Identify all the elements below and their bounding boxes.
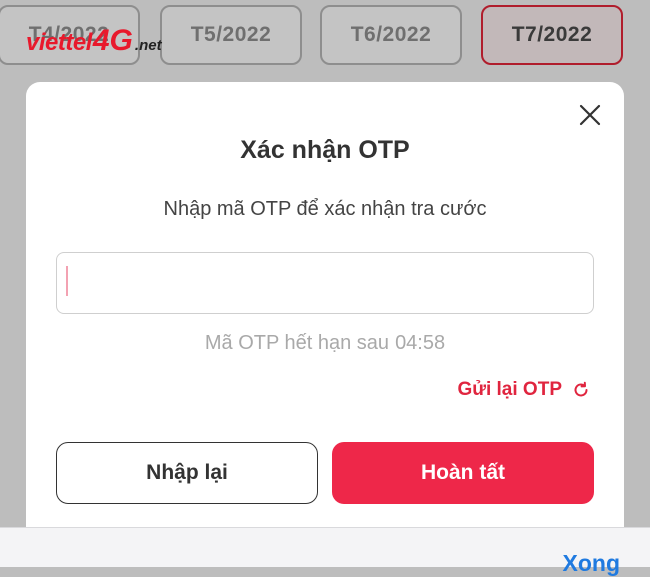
month-tab-t6[interactable]: T6/2022 xyxy=(320,5,462,65)
refresh-icon xyxy=(574,381,588,397)
complete-button[interactable]: Hoàn tất xyxy=(332,442,594,504)
dialog-title: Xác nhận OTP xyxy=(240,136,410,164)
text-cursor xyxy=(66,266,68,296)
dialog-subtitle: Nhập mã OTP để xác nhận tra cước xyxy=(163,198,487,220)
keyboard-done-button[interactable]: Xong xyxy=(563,550,621,577)
month-tab-label: T5/2022 xyxy=(190,23,272,46)
otp-expiry-text: Mã OTP hết hạn sau 04:58 xyxy=(26,332,624,355)
resend-otp-link[interactable]: Gửi lại OTP xyxy=(457,379,590,401)
otp-dialog: Xác nhận OTP Nhập mã OTP để xác nhận tra… xyxy=(26,82,624,542)
otp-input[interactable] xyxy=(56,252,594,314)
expiry-timer: 04:58 xyxy=(395,332,446,354)
viettel-4g-logo: viettel 4G .net xyxy=(26,24,162,57)
expiry-label: Mã OTP hết hạn sau xyxy=(204,332,390,354)
month-tab-t5[interactable]: T5/2022 xyxy=(160,5,302,65)
complete-button-label: Hoàn tất xyxy=(421,461,505,484)
month-tab-t7[interactable]: T7/2022 xyxy=(481,5,623,65)
close-icon xyxy=(579,104,601,126)
keyboard-toolbar: Xong xyxy=(0,527,650,576)
month-tab-label: T6/2022 xyxy=(350,23,432,46)
close-button[interactable] xyxy=(577,102,603,128)
month-tab-label: T7/2022 xyxy=(511,23,593,46)
resend-otp-label: Gửi lại OTP xyxy=(457,379,562,400)
reset-button-label: Nhập lại xyxy=(146,461,228,484)
reset-button[interactable]: Nhập lại xyxy=(56,442,318,504)
